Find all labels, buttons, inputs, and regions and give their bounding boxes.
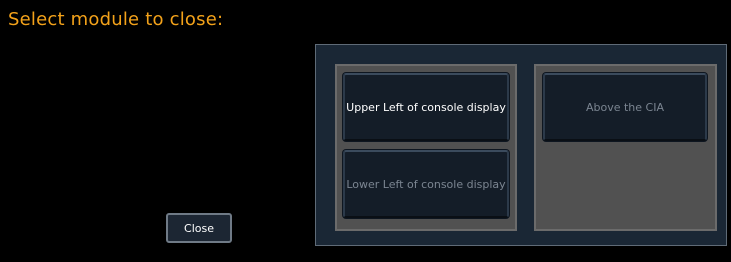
left-module-column: Upper Left of console display Lower Left… <box>335 64 517 231</box>
close-button-label: Close <box>184 221 214 235</box>
module-above-cia-label: Above the CIA <box>585 100 664 114</box>
module-lower-left-label: Lower Left of console display <box>346 177 506 191</box>
module-above-cia-button[interactable]: Above the CIA <box>543 73 707 141</box>
module-selection-panel: Upper Left of console display Lower Left… <box>315 44 727 246</box>
right-module-column: Above the CIA <box>534 64 717 231</box>
close-button[interactable]: Close <box>166 213 232 243</box>
module-upper-left-label: Upper Left of console display <box>346 100 506 114</box>
module-upper-left-button[interactable]: Upper Left of console display <box>343 73 509 141</box>
module-lower-left-button[interactable]: Lower Left of console display <box>343 150 509 218</box>
dialog-title: Select module to close: <box>8 9 224 30</box>
